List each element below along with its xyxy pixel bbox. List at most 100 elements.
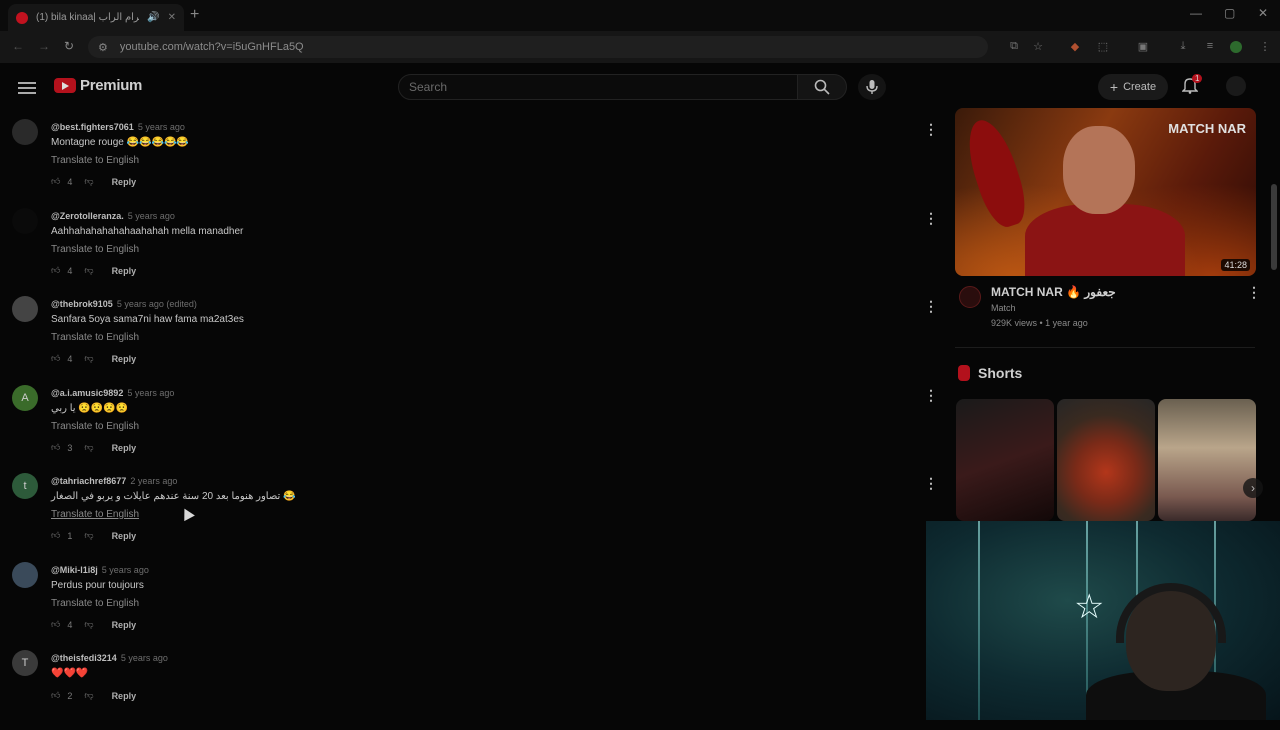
omnibox[interactable]: ⚙ youtube.com/watch?v=i5uGnHFLa5Q bbox=[88, 36, 988, 58]
translate-link[interactable]: Translate to English bbox=[51, 332, 139, 343]
like-icon[interactable]: 👍︎ bbox=[51, 619, 60, 630]
dislike-icon[interactable]: 👎︎ bbox=[84, 265, 93, 276]
browser-tab[interactable]: (1) bila kinaa| حمو عرام الراب 🔊 ✕ bbox=[8, 4, 184, 31]
comment-author[interactable]: @Miki-l1i8j bbox=[51, 565, 98, 575]
more-options-icon[interactable]: ⋮ bbox=[924, 121, 938, 138]
page-scrollbar[interactable] bbox=[1271, 68, 1277, 720]
close-window-icon[interactable]: ✕ bbox=[1258, 6, 1268, 20]
translate-link[interactable]: Translate to English bbox=[51, 155, 139, 166]
reply-button[interactable]: Reply bbox=[112, 443, 137, 453]
dislike-icon[interactable]: 👎︎ bbox=[84, 442, 93, 453]
reply-button[interactable]: Reply bbox=[112, 354, 137, 364]
like-icon[interactable]: 👍︎ bbox=[51, 176, 60, 187]
bookmark-star-icon[interactable]: ☆ bbox=[1031, 40, 1045, 54]
like-count: 4 bbox=[67, 353, 73, 364]
translate-link[interactable]: Translate to English bbox=[51, 598, 139, 609]
install-app-icon[interactable]: ⧉ bbox=[1007, 40, 1021, 54]
sidebar-icon[interactable]: ▣ bbox=[1136, 40, 1150, 54]
account-avatar[interactable] bbox=[1226, 76, 1246, 96]
reply-button[interactable]: Reply bbox=[112, 691, 137, 701]
like-icon[interactable]: 👍︎ bbox=[51, 353, 60, 364]
comment-avatar[interactable] bbox=[12, 119, 38, 145]
comment-time[interactable]: 5 years ago bbox=[127, 388, 174, 398]
comment-time[interactable]: 5 years ago (edited) bbox=[117, 299, 197, 309]
comment-text: تصاور هنوما بعد 20 سنة عندهم عايلات و ير… bbox=[51, 491, 296, 502]
video-title[interactable]: MATCH NAR 🔥 جعفور bbox=[991, 285, 1116, 299]
extensions-puzzle-icon[interactable]: ⬚ bbox=[1096, 40, 1110, 54]
comment-avatar[interactable]: A bbox=[12, 385, 38, 411]
comment-time[interactable]: 5 years ago bbox=[138, 122, 185, 132]
comment-author[interactable]: @a.i.amusic9892 bbox=[51, 388, 123, 398]
media-control-icon[interactable]: ≡ bbox=[1203, 40, 1217, 54]
reply-button[interactable]: Reply bbox=[112, 177, 137, 187]
short-thumbnail[interactable] bbox=[956, 399, 1054, 521]
comment-author[interactable]: @Zerotolleranza. bbox=[51, 211, 124, 221]
like-icon[interactable]: 👍︎ bbox=[51, 690, 60, 701]
forward-icon[interactable]: → bbox=[38, 39, 50, 53]
close-tab-icon[interactable]: ✕ bbox=[168, 12, 176, 23]
translate-link[interactable]: Translate to English bbox=[51, 421, 139, 432]
like-icon[interactable]: 👍︎ bbox=[51, 530, 60, 541]
comment-time[interactable]: 2 years ago bbox=[130, 476, 177, 486]
like-count: 4 bbox=[67, 265, 73, 276]
comment-time[interactable]: 5 years ago bbox=[102, 565, 149, 575]
more-options-icon[interactable]: ⋮ bbox=[924, 298, 938, 315]
search-button[interactable] bbox=[797, 74, 847, 100]
translate-link[interactable]: Translate to English bbox=[51, 509, 139, 520]
comment-item: A @a.i.amusic9892 5 years ago يا ربي 😟😟😟😟… bbox=[12, 385, 942, 465]
reload-icon[interactable]: ↻ bbox=[64, 39, 74, 53]
more-options-icon[interactable]: ⋮ bbox=[924, 475, 938, 492]
search-input[interactable]: Search bbox=[398, 74, 798, 100]
more-options-icon[interactable]: ⋮ bbox=[924, 387, 938, 404]
download-icon[interactable]: ⤓ bbox=[1176, 40, 1190, 54]
minimize-icon[interactable]: — bbox=[1190, 6, 1202, 20]
dislike-icon[interactable]: 👎︎ bbox=[84, 176, 93, 187]
dislike-icon[interactable]: 👎︎ bbox=[84, 690, 93, 701]
short-thumbnail[interactable] bbox=[1158, 399, 1256, 521]
site-info-icon[interactable]: ⚙ bbox=[98, 41, 108, 54]
more-options-icon[interactable]: ⋮ bbox=[924, 210, 938, 227]
comment-author[interactable]: @theisfedi3214 bbox=[51, 653, 117, 663]
speaker-icon[interactable]: 🔊 bbox=[147, 12, 159, 23]
notifications-button[interactable]: 1 bbox=[1182, 74, 1203, 94]
comment-avatar[interactable] bbox=[12, 208, 38, 234]
youtube-premium-logo[interactable]: Premium bbox=[54, 77, 142, 94]
like-icon[interactable]: 👍︎ bbox=[51, 265, 60, 276]
profile-avatar-icon[interactable] bbox=[1230, 41, 1242, 53]
comment-author[interactable]: @best.fighters7061 bbox=[51, 122, 134, 132]
browser-menu-icon[interactable]: ⋮ bbox=[1258, 40, 1272, 54]
comment-author[interactable]: @thebrok9105 bbox=[51, 299, 113, 309]
maximize-icon[interactable]: ▢ bbox=[1224, 6, 1235, 20]
dislike-icon[interactable]: 👎︎ bbox=[84, 530, 93, 541]
hamburger-menu-icon[interactable] bbox=[18, 79, 36, 97]
comment-avatar[interactable] bbox=[12, 562, 38, 588]
comment-avatar[interactable]: t bbox=[12, 473, 38, 499]
dislike-icon[interactable]: 👎︎ bbox=[84, 619, 93, 630]
shorts-next-arrow-icon[interactable]: › bbox=[1243, 478, 1263, 498]
comment-time[interactable]: 5 years ago bbox=[121, 653, 168, 663]
back-icon[interactable]: ← bbox=[12, 39, 24, 53]
voice-search-button[interactable] bbox=[858, 74, 886, 100]
browser-tab-bar: (1) bila kinaa| حمو عرام الراب 🔊 ✕ + — ▢… bbox=[0, 0, 1280, 31]
comment-author[interactable]: @tahriachref8677 bbox=[51, 476, 126, 486]
reply-button[interactable]: Reply bbox=[112, 266, 137, 276]
channel-avatar[interactable] bbox=[959, 286, 981, 308]
thumbnail-brand-text: MATCH NAR bbox=[1168, 121, 1246, 136]
reply-button[interactable]: Reply bbox=[112, 620, 137, 630]
video-more-options-icon[interactable]: ⋮ bbox=[1247, 284, 1261, 301]
comment-time[interactable]: 5 years ago bbox=[128, 211, 175, 221]
video-channel-name[interactable]: Match bbox=[991, 303, 1016, 313]
short-thumbnail[interactable] bbox=[1057, 399, 1155, 521]
reply-button[interactable]: Reply bbox=[112, 531, 137, 541]
comment-avatar[interactable]: T bbox=[12, 650, 38, 676]
translate-link[interactable]: Translate to English bbox=[51, 244, 139, 255]
new-tab-icon[interactable]: + bbox=[190, 6, 199, 24]
comment-avatar[interactable] bbox=[12, 296, 38, 322]
comment-item: @Miki-l1i8j 5 years ago Perdus pour toujo… bbox=[12, 562, 942, 642]
scrollbar-thumb[interactable] bbox=[1271, 184, 1277, 270]
dislike-icon[interactable]: 👎︎ bbox=[84, 353, 93, 364]
recommended-video-thumbnail[interactable]: MATCH NAR 41:28 bbox=[955, 108, 1256, 276]
like-icon[interactable]: 👍︎ bbox=[51, 442, 60, 453]
extension-icon[interactable]: ◆ bbox=[1068, 40, 1082, 54]
create-button[interactable]: + Create bbox=[1098, 74, 1168, 100]
